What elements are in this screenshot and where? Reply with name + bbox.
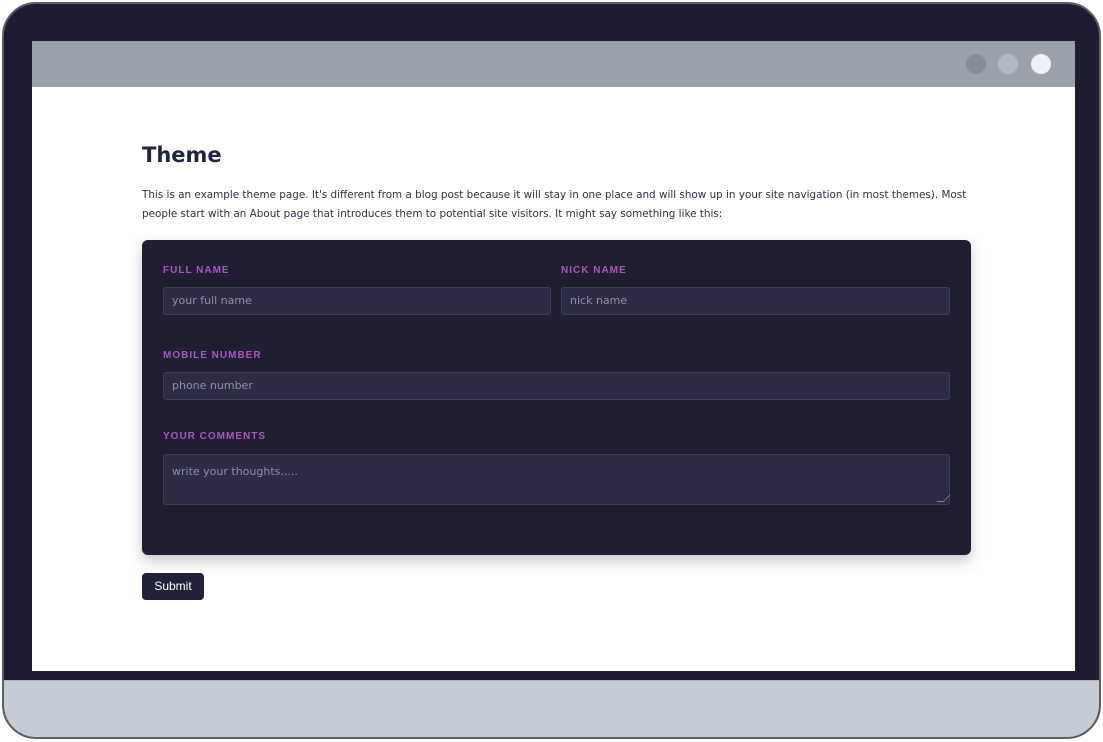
laptop-frame: Theme This is an example theme page. It'… [2,2,1101,739]
window-dot-icon[interactable] [1031,54,1051,74]
browser-window: Theme This is an example theme page. It'… [32,41,1075,671]
full-name-input[interactable]: your full name [163,287,551,315]
window-titlebar [32,41,1075,87]
submit-button[interactable]: Submit [142,573,204,600]
comments-label: YOUR COMMENTS [163,431,266,442]
comments-textarea[interactable]: write your thoughts..... [163,454,951,505]
comments-placeholder: write your thoughts..... [172,465,298,478]
intro-paragraph: This is an example theme page. It's diff… [142,189,967,220]
mobile-number-label: MOBILE NUMBER [163,350,262,361]
window-dot-icon[interactable] [998,54,1018,74]
full-name-label: FULL NAME [163,265,230,276]
contact-form: FULL NAME your full name NICK NAME nick … [142,240,971,555]
resize-handle-icon[interactable] [936,495,951,502]
laptop-base [4,680,1099,737]
nick-name-input[interactable]: nick name [561,287,950,315]
page-title: Theme [142,143,222,167]
nick-name-label: NICK NAME [561,265,627,276]
phone-number-input[interactable]: phone number [163,372,950,400]
window-dot-icon[interactable] [966,54,986,74]
